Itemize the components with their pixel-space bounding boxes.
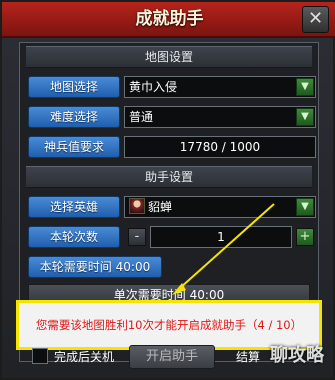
- rounds-increase-button[interactable]: +: [296, 228, 314, 246]
- watermark-logo: 聊攻略: [270, 345, 324, 366]
- round-time-row: 本轮需要时间 40:00: [28, 256, 162, 278]
- shutdown-label: 完成后关机: [54, 350, 115, 364]
- chevron-down-icon[interactable]: ▼: [296, 108, 314, 126]
- chevron-down-icon[interactable]: ▼: [296, 78, 314, 96]
- map-select-label: 地图选择: [28, 76, 120, 98]
- round-time-value: 40:00: [115, 260, 151, 274]
- helper-settings-header: 助手设置: [26, 166, 312, 188]
- close-icon: ✕: [307, 8, 324, 29]
- hero-select-dropdown[interactable]: 貂蝉 ▼: [124, 196, 316, 218]
- window-title: 成就助手: [2, 2, 335, 38]
- map-settings-header: 地图设置: [26, 46, 312, 68]
- close-button[interactable]: ✕: [302, 6, 329, 33]
- shutdown-checkbox[interactable]: [32, 348, 48, 364]
- achievement-helper-window: 成就助手 ✕ 地图设置 地图选择 黄巾入侵 ▼ 难度选择 普通 ▼ 神兵值要求 …: [0, 0, 335, 380]
- map-select-value: 黄巾入侵: [129, 80, 178, 94]
- settlement-label: 结算: [236, 350, 261, 364]
- weapon-requirement-label: 神兵值要求: [28, 136, 120, 158]
- hero-avatar-icon: [129, 198, 145, 214]
- notice-text: 您需要该地图胜利10次才能开启成就助手（4 / 10）: [35, 318, 303, 332]
- difficulty-dropdown[interactable]: 普通 ▼: [124, 106, 316, 128]
- difficulty-label: 难度选择: [28, 106, 120, 128]
- weapon-requirement-value: 17780 / 1000: [124, 136, 316, 158]
- hero-select-value: 貂蝉: [148, 200, 173, 214]
- hero-select-label: 选择英雄: [28, 196, 120, 218]
- round-time-label: 本轮需要时间: [39, 260, 112, 274]
- difficulty-value: 普通: [129, 110, 154, 124]
- rounds-value[interactable]: 1: [150, 226, 292, 248]
- chevron-down-icon[interactable]: ▼: [296, 198, 314, 216]
- start-helper-button[interactable]: 开启助手: [129, 345, 215, 369]
- map-select-dropdown[interactable]: 黄巾入侵 ▼: [124, 76, 316, 98]
- rounds-decrease-button[interactable]: -: [128, 228, 146, 246]
- rounds-label: 本轮次数: [28, 226, 120, 248]
